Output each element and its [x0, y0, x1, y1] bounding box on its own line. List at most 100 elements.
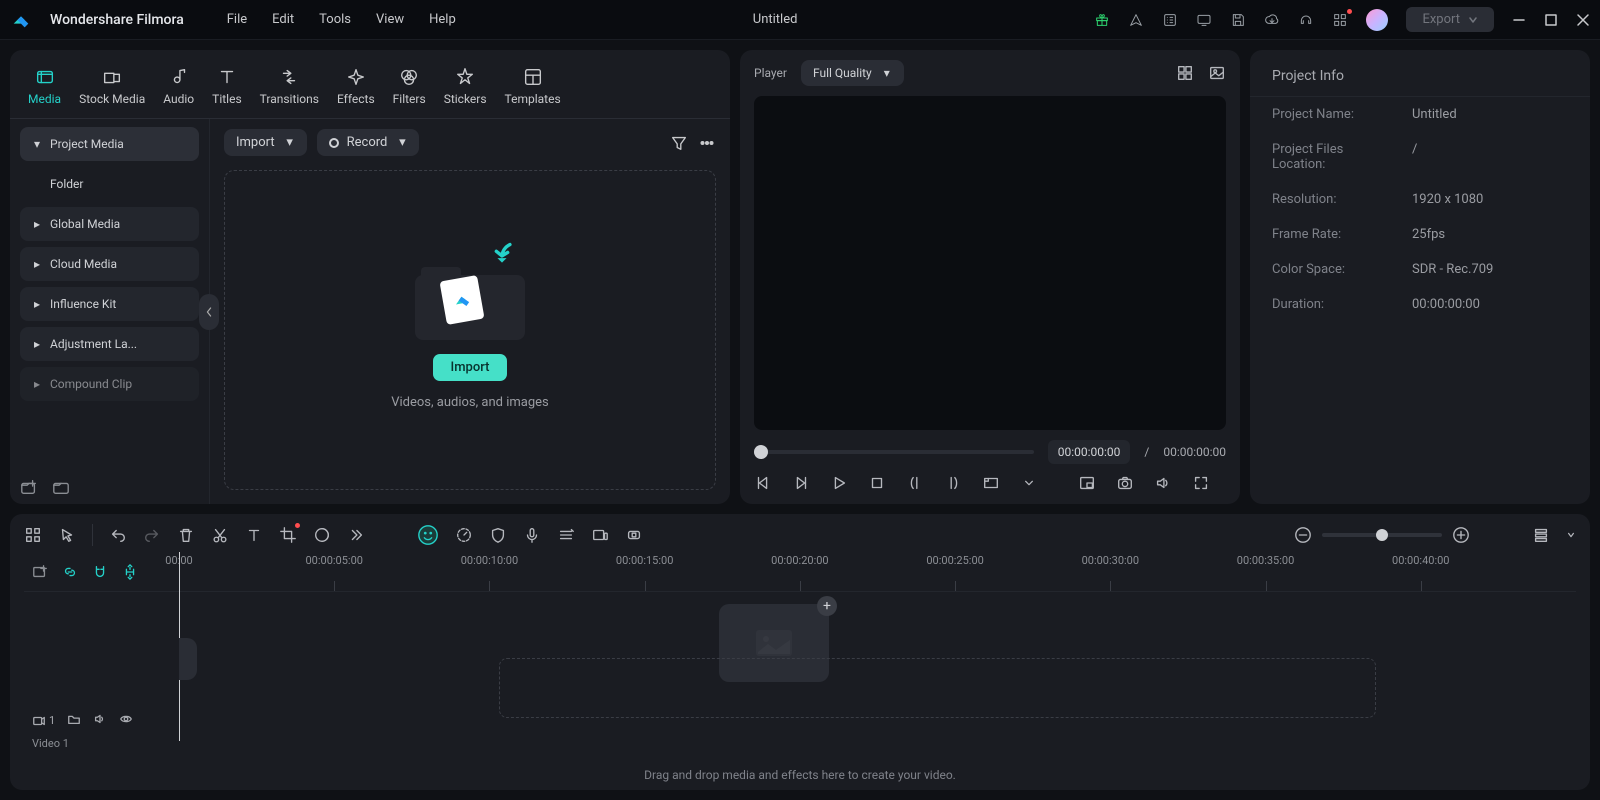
user-avatar[interactable]	[1366, 9, 1388, 31]
minimize-icon[interactable]	[1512, 13, 1526, 27]
color-icon[interactable]	[313, 526, 331, 544]
tab-stickers[interactable]: Stickers	[436, 58, 495, 114]
track-dropzone[interactable]	[499, 658, 1376, 718]
play-icon[interactable]	[830, 474, 848, 492]
tab-filters[interactable]: Filters	[385, 58, 434, 114]
bin-icon[interactable]	[52, 478, 70, 496]
tab-media[interactable]: Media	[20, 58, 69, 114]
gift-icon[interactable]	[1094, 12, 1110, 28]
image-view-icon[interactable]	[1208, 64, 1226, 82]
more-tools-icon[interactable]	[347, 526, 365, 544]
save-icon[interactable]	[1230, 12, 1246, 28]
maximize-icon[interactable]	[1544, 13, 1558, 27]
collapse-sidebar-icon[interactable]	[199, 294, 219, 330]
tab-audio[interactable]: Audio	[155, 58, 202, 114]
pointer-icon[interactable]	[58, 526, 76, 544]
import-dropdown[interactable]: Import▾	[224, 129, 307, 156]
more-icon[interactable]	[698, 134, 716, 152]
scrub-bar[interactable]	[754, 450, 1034, 454]
menu-edit[interactable]: Edit	[272, 12, 294, 27]
quality-select[interactable]: Full Quality▾	[801, 60, 904, 86]
prev-frame-icon[interactable]	[754, 474, 772, 492]
close-icon[interactable]	[1576, 13, 1590, 27]
delete-icon[interactable]	[177, 526, 195, 544]
speed-icon[interactable]	[455, 526, 473, 544]
add-track-icon[interactable]	[32, 564, 48, 580]
mute-icon[interactable]	[93, 712, 107, 729]
ai-face-icon[interactable]	[417, 524, 439, 546]
sidebar-influence-kit[interactable]: ▸Influence Kit	[20, 287, 199, 321]
app-logo-icon	[10, 9, 32, 31]
undo-icon[interactable]	[109, 526, 127, 544]
tab-effects[interactable]: Effects	[329, 58, 383, 114]
audio-edit-icon[interactable]	[557, 526, 575, 544]
play-fwd-icon[interactable]	[792, 474, 810, 492]
new-bin-icon[interactable]	[20, 478, 38, 496]
info-value: 25fps	[1412, 227, 1445, 242]
send-icon[interactable]	[1128, 12, 1144, 28]
device-icon[interactable]	[591, 526, 609, 544]
import-button[interactable]: Import	[433, 354, 508, 381]
sidebar-compound-clip[interactable]: ▸Compound Clip	[20, 367, 199, 401]
sidebar-cloud-media[interactable]: ▸Cloud Media	[20, 247, 199, 281]
volume-icon[interactable]	[1154, 474, 1172, 492]
scrub-head[interactable]	[754, 445, 768, 459]
sidebar-folder[interactable]: Folder	[20, 167, 199, 201]
track-header: 1	[24, 706, 179, 735]
chevron-down-icon[interactable]	[1566, 526, 1576, 544]
mic-icon[interactable]	[523, 526, 541, 544]
text-icon[interactable]	[245, 526, 263, 544]
ripple-icon[interactable]	[122, 564, 138, 580]
timeline-ruler[interactable]: 00:0000:00:05:0000:00:10:0000:00:15:0000…	[24, 552, 1576, 592]
camera-icon[interactable]: 1	[32, 714, 55, 728]
folder-small-icon[interactable]	[67, 712, 81, 729]
magnet-icon[interactable]	[92, 564, 108, 580]
grid-view-icon[interactable]	[1176, 64, 1194, 82]
menu-tools[interactable]: Tools	[319, 12, 351, 27]
tab-templates[interactable]: Templates	[497, 58, 569, 114]
sidebar-adjustment-layer[interactable]: ▸Adjustment La...	[20, 327, 199, 361]
menu-file[interactable]: File	[227, 12, 247, 27]
record-dropdown[interactable]: Record▾	[317, 129, 420, 156]
filter-icon[interactable]	[670, 134, 688, 152]
cut-icon[interactable]	[211, 526, 229, 544]
import-dropzone[interactable]: Import Videos, audios, and images	[224, 170, 716, 490]
export-button[interactable]: Export	[1406, 7, 1494, 32]
crop-icon[interactable]	[279, 526, 297, 544]
sidebar-global-media[interactable]: ▸Global Media	[20, 207, 199, 241]
sidebar-project-media[interactable]: ▾Project Media	[20, 127, 199, 161]
menu-help[interactable]: Help	[429, 12, 456, 27]
snapshot-icon[interactable]	[1116, 474, 1134, 492]
add-clip-icon[interactable]: +	[817, 596, 837, 616]
tab-titles[interactable]: Titles	[204, 58, 249, 114]
zoom-slider[interactable]	[1322, 533, 1442, 537]
zoom-out-icon[interactable]	[1294, 526, 1312, 544]
pip-icon[interactable]	[1078, 474, 1096, 492]
cloud-download-icon[interactable]	[1264, 12, 1280, 28]
tab-transitions[interactable]: Transitions	[252, 58, 327, 114]
zoom-handle[interactable]	[1376, 529, 1388, 541]
zoom-in-icon[interactable]	[1452, 526, 1470, 544]
support-icon[interactable]	[1298, 12, 1314, 28]
tab-stock-media[interactable]: Stock Media	[71, 58, 153, 114]
track-view-icon[interactable]	[1532, 526, 1550, 544]
redo-icon[interactable]	[143, 526, 161, 544]
edge-handle[interactable]	[179, 638, 197, 680]
menu-view[interactable]: View	[376, 12, 404, 27]
mark-in-icon[interactable]	[906, 474, 924, 492]
link-icon[interactable]	[62, 564, 78, 580]
chevron-down-icon[interactable]	[1020, 474, 1038, 492]
chevron-down-icon: ▾	[32, 139, 42, 149]
mark-out-icon[interactable]	[944, 474, 962, 492]
keyframe-icon[interactable]	[625, 526, 643, 544]
shield-icon[interactable]	[489, 526, 507, 544]
tracks-canvas[interactable]: +	[179, 598, 1576, 758]
display-icon[interactable]	[1196, 12, 1212, 28]
grid-icon[interactable]	[24, 526, 42, 544]
aspect-icon[interactable]	[982, 474, 1000, 492]
apps-icon[interactable]	[1332, 12, 1348, 28]
tasks-icon[interactable]	[1162, 12, 1178, 28]
fullscreen-icon[interactable]	[1192, 474, 1210, 492]
visibility-icon[interactable]	[119, 712, 133, 729]
stop-icon[interactable]	[868, 474, 886, 492]
